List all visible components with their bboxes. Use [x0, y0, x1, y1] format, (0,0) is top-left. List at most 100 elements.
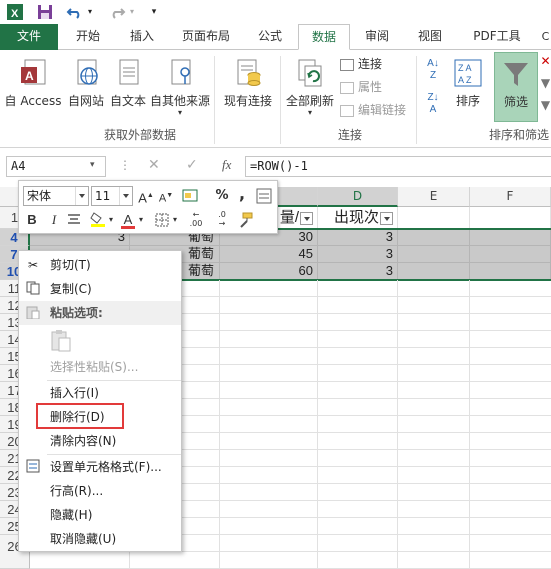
context-menu: ✂ 剪切(T) 复制(C) 粘贴选项: 选择性粘贴(S)... 插入行(I) 删除…: [18, 250, 182, 552]
tab-home[interactable]: 开始: [62, 24, 114, 50]
undo-icon[interactable]: [66, 3, 84, 21]
menu-item-copy[interactable]: 复制(C): [19, 277, 181, 301]
sort-az-button[interactable]: A↓ Z: [420, 58, 446, 82]
font-color-dropdown-icon[interactable]: ▾: [137, 210, 145, 230]
enter-icon[interactable]: ✓: [186, 157, 198, 173]
tab-data[interactable]: 数据: [298, 24, 350, 50]
fill-color-icon[interactable]: [89, 210, 107, 230]
format-painter-dialog-icon[interactable]: [255, 186, 273, 206]
menu-item-cut[interactable]: ✂ 剪切(T): [19, 253, 181, 277]
undo-dropdown-icon[interactable]: ▾: [86, 3, 94, 21]
menu-item-insert-row[interactable]: 插入行(I): [19, 381, 181, 405]
column-header-e[interactable]: E: [398, 187, 470, 207]
menu-item-unhide[interactable]: 取消隐藏(U): [19, 527, 181, 551]
other-sources-icon: [171, 59, 191, 85]
tab-pdf-tools[interactable]: PDF工具: [462, 24, 532, 50]
menu-item-unhide-label: 取消隐藏(U): [50, 532, 117, 546]
font-size-box[interactable]: 11: [91, 186, 133, 206]
filter-dropdown-icon[interactable]: [300, 211, 313, 225]
borders-icon[interactable]: [153, 210, 171, 230]
save-icon[interactable]: [36, 3, 54, 21]
from-access-button[interactable]: A 自 Access: [4, 58, 62, 109]
edit-links-label: 编辑链接: [358, 103, 407, 117]
formula-bar: A4 ▾ ⋮ ✕ ✓ fx =ROW()-1: [0, 149, 551, 183]
redo-icon[interactable]: [108, 3, 126, 21]
tab-review[interactable]: 审阅: [354, 24, 400, 50]
menu-item-paste-special-label: 选择性粘贴(S)...: [50, 360, 139, 374]
group-label-connections: 连接: [337, 128, 362, 142]
menu-item-paste-special[interactable]: 选择性粘贴(S)...: [19, 355, 181, 379]
tab-formulas[interactable]: 公式: [248, 24, 292, 50]
menu-item-format-cells[interactable]: 设置单元格格式(F)...: [19, 455, 181, 479]
tab-overflow[interactable]: C: [540, 24, 551, 50]
customize-qat-icon[interactable]: ▾: [145, 3, 163, 21]
reapply-filter-icon[interactable]: ▼: [540, 76, 551, 90]
header-cell-count[interactable]: 出现次: [318, 207, 398, 229]
menu-item-hide[interactable]: 隐藏(H): [19, 503, 181, 527]
from-web-button[interactable]: 自网站: [64, 58, 108, 109]
increase-font-size-icon[interactable]: A▲: [137, 186, 155, 206]
chevron-down-icon[interactable]: [119, 187, 132, 205]
menu-item-row-height[interactable]: 行高(R)...: [19, 479, 181, 503]
font-color-icon[interactable]: A: [119, 210, 137, 230]
tab-insert[interactable]: 插入: [118, 24, 166, 50]
existing-connections-button[interactable]: 现有连接: [220, 58, 276, 109]
formula-input[interactable]: =ROW()-1: [245, 156, 551, 177]
fill-color-dropdown-icon[interactable]: ▾: [107, 210, 115, 230]
group-separator: [416, 56, 417, 144]
refresh-all-button[interactable]: 全部刷新 ▾: [284, 58, 336, 117]
format-cells-icon: [25, 459, 41, 475]
cell[interactable]: [470, 207, 551, 229]
filter-funnel-icon: [504, 63, 528, 86]
italic-button[interactable]: I: [45, 210, 63, 230]
svg-text:X: X: [11, 8, 19, 20]
filter-button[interactable]: 筛选: [494, 52, 538, 122]
mini-toolbar: 宋体 11 A▲ A▼ % , B I ▾ A ▾ ▾ ← .00 .0 →: [18, 180, 278, 234]
tab-view[interactable]: 视图: [406, 24, 454, 50]
font-size-value: 11: [95, 189, 111, 203]
sort-za-button[interactable]: Z↓ A: [420, 92, 446, 116]
connections-item[interactable]: 连接: [340, 54, 420, 74]
format-painter-icon[interactable]: [237, 210, 255, 230]
borders-dropdown-icon[interactable]: ▾: [171, 210, 179, 230]
chevron-down-icon[interactable]: [75, 187, 88, 205]
properties-item[interactable]: 属性: [340, 77, 420, 97]
align-center-icon[interactable]: [65, 210, 83, 230]
menu-item-clear-contents[interactable]: 清除内容(N): [19, 429, 181, 453]
from-text-button[interactable]: 自文本: [107, 58, 149, 109]
edit-links-item[interactable]: 编辑链接: [340, 100, 420, 120]
font-color-swatch: [121, 226, 135, 229]
comma-style-icon[interactable]: ,: [233, 184, 251, 204]
cell[interactable]: [398, 207, 470, 229]
from-other-sources-button[interactable]: 自其他来源 ▾: [148, 58, 212, 117]
menu-item-clear-contents-label: 清除内容(N): [50, 434, 117, 448]
paste-option-clipboard-icon[interactable]: [50, 329, 72, 353]
clear-filter-icon[interactable]: ✕: [540, 54, 551, 68]
column-header-f[interactable]: F: [470, 187, 551, 207]
access-icon: A: [21, 59, 46, 85]
cancel-icon[interactable]: ✕: [148, 157, 160, 173]
column-header-d[interactable]: D: [318, 187, 398, 207]
filter-dropdown-icon[interactable]: [380, 211, 393, 225]
percent-style-icon[interactable]: %: [213, 186, 231, 206]
insert-function-icon[interactable]: fx: [222, 157, 231, 173]
menu-item-row-height-label: 行高(R)...: [50, 484, 104, 498]
number-format-icon[interactable]: [179, 186, 205, 206]
refresh-icon: [298, 59, 322, 87]
decrease-decimal-icon[interactable]: .0 →: [211, 210, 233, 230]
scissors-icon: ✂: [27, 258, 39, 272]
redo-dropdown-icon[interactable]: ▾: [128, 3, 136, 21]
sort-dialog-icon: Z A A Z: [454, 59, 482, 87]
from-access-label: 自 Access: [4, 94, 62, 108]
properties-icon: [340, 81, 354, 94]
bold-button[interactable]: B: [23, 210, 41, 230]
decrease-font-size-icon[interactable]: A▼: [157, 186, 175, 206]
font-name-box[interactable]: 宋体: [23, 186, 89, 206]
name-box-dropdown-icon[interactable]: ▾: [90, 160, 95, 170]
advanced-filter-icon[interactable]: ▼: [540, 98, 551, 112]
tab-file[interactable]: 文件: [0, 24, 58, 50]
sort-button[interactable]: Z A A Z 排序: [448, 58, 488, 109]
tab-page-layout[interactable]: 页面布局: [172, 24, 240, 50]
menu-item-hide-label: 隐藏(H): [50, 508, 93, 522]
increase-decimal-icon[interactable]: ← .00: [185, 210, 207, 230]
